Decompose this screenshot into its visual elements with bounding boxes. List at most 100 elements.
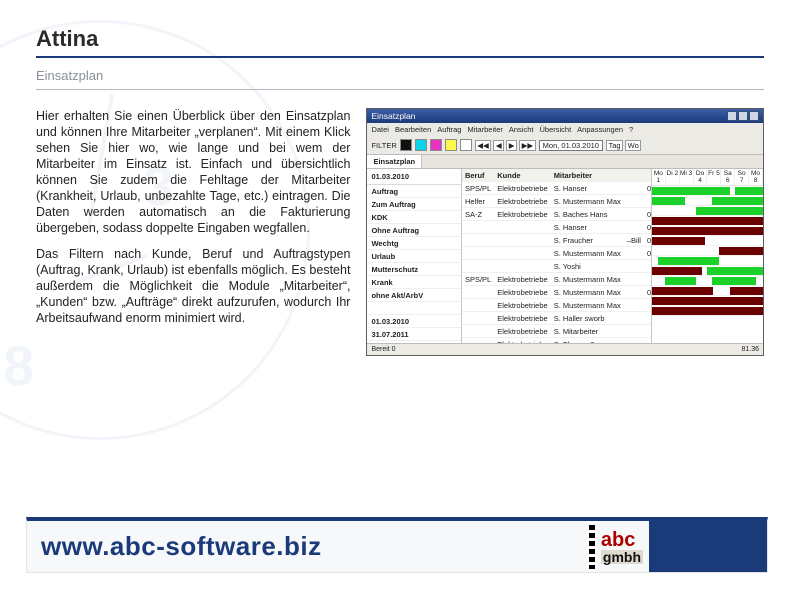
gantt-bar <box>712 197 763 205</box>
column-header: Mitarbeiter <box>551 169 624 182</box>
table-row: ElektrobetriebeS. Mustermann Max08:149,7… <box>462 286 652 299</box>
table-cell <box>462 286 494 299</box>
minimize-icon <box>727 111 737 121</box>
footer: www.abc-software.biz abc gmbh <box>0 517 794 573</box>
tab-einsatzplan: Einsatzplan <box>367 155 422 168</box>
menu-item: Bearbeiten <box>395 125 431 134</box>
table-row: S. Hanser08:06,33 <box>462 221 652 234</box>
gantt-bar <box>652 267 702 275</box>
toolbar: FILTER ◀◀ ◀ ▶ ▶▶ Mon, 01.03.2010 Tag <box>367 136 763 155</box>
gantt-bar <box>707 267 763 275</box>
table-cell <box>624 299 644 312</box>
sidebar-item <box>367 341 461 343</box>
gantt-row <box>652 236 763 246</box>
gantt-row <box>652 306 763 316</box>
gantt-bar <box>652 297 763 305</box>
einsatzplan-screenshot: Einsatzplan Datei Bearbeiten Auftrag Mitarb… <box>366 108 764 356</box>
gantt-bar <box>712 277 756 285</box>
day-header: Sa 6 <box>721 169 735 185</box>
table-cell: Elektrobetriebe <box>494 325 550 338</box>
table-cell <box>494 247 550 260</box>
tab-strip: Einsatzplan <box>367 155 763 169</box>
nav-first-icon: ◀◀ <box>475 140 492 151</box>
table-cell: Elektrobetriebe <box>494 195 550 208</box>
gantt-row <box>652 266 763 276</box>
gantt-bar <box>652 217 763 225</box>
table-cell: SA-Z <box>462 208 494 221</box>
table-cell <box>462 338 494 344</box>
gantt-bar <box>735 187 763 195</box>
table-row: ElektrobetriebeS. Mitarbeiter <box>462 325 652 338</box>
table-row: S. Fraucher–Bill08:00,331 <box>462 234 652 247</box>
table-row: SPS/PLElektrobetriebeS. Hanser08:06,33 <box>462 182 652 195</box>
filter-swatch-icon <box>400 139 412 151</box>
table-cell: 08:56,321 <box>644 208 652 221</box>
table-cell <box>624 208 644 221</box>
window-title: Einsatzplan <box>371 111 415 121</box>
table-cell <box>644 312 652 325</box>
table-cell <box>644 325 652 338</box>
day-header: Mi 3 <box>680 169 694 185</box>
gantt-row <box>652 206 763 216</box>
sidebar-item: Urlaub <box>367 250 461 263</box>
gantt-day-header: Mo 1Di 2Mi 3Do 4Fr 5Sa 6So 7Mo 8 <box>652 169 763 186</box>
menu-item: ? <box>629 125 633 134</box>
sidebar-item: 31.07.2011 <box>367 328 461 341</box>
gantt-row <box>652 256 763 266</box>
sidebar-item: Krank <box>367 276 461 289</box>
day-header: Di 2 <box>666 169 680 185</box>
gantt-bar <box>730 287 763 295</box>
table-cell <box>624 260 644 273</box>
column-header: Kunde <box>494 169 550 182</box>
table-cell: S. Hanser <box>551 182 624 195</box>
footer-accent-block <box>649 521 767 572</box>
table-cell: S. Baches Hans <box>551 208 624 221</box>
menu-item: Mitarbeiter <box>467 125 502 134</box>
table-cell <box>644 260 652 273</box>
menu-bar: DateiBearbeitenAuftragMitarbeiterAnsicht… <box>367 123 763 136</box>
day-header: Mo 8 <box>749 169 763 185</box>
page-title: Attina <box>36 26 764 58</box>
table-cell <box>462 312 494 325</box>
table-cell: S. Fraucher <box>551 234 624 247</box>
gantt-bar <box>652 307 763 315</box>
gantt-row <box>652 286 763 296</box>
table-cell: Elektrobetriebe <box>494 338 550 344</box>
barcode-icon <box>589 525 595 569</box>
gantt-bar <box>652 197 685 205</box>
table-row: HelferElektrobetriebeS. Mustermann Max <box>462 195 652 208</box>
day-header: Mo 1 <box>652 169 666 185</box>
abc-logo: abc gmbh <box>579 521 649 572</box>
maximize-icon <box>738 111 748 121</box>
table-cell: Elektrobetriebe <box>494 312 550 325</box>
table-cell <box>624 182 644 195</box>
gantt-row <box>652 276 763 286</box>
status-left: Bereit 0 <box>371 346 395 353</box>
table-cell: SPS/PL <box>462 273 494 286</box>
filter-swatch-icon <box>445 139 457 151</box>
gantt-bar <box>696 207 763 215</box>
filter-swatch-icon <box>430 139 442 151</box>
gantt-bar <box>665 277 696 285</box>
table-cell: 08:06,33 <box>644 221 652 234</box>
table-cell <box>624 338 644 344</box>
menu-item: Übersicht <box>539 125 571 134</box>
gantt-bar <box>658 257 719 265</box>
menu-item: Datei <box>371 125 389 134</box>
view-day-button: Tag <box>606 140 623 151</box>
table-cell: 08:00,331 <box>644 234 652 247</box>
table-cell <box>624 286 644 299</box>
table-cell: S. Mustermann Max <box>551 273 624 286</box>
menu-item: Auftrag <box>437 125 461 134</box>
gantt-row <box>652 246 763 256</box>
table-cell <box>494 260 550 273</box>
sidebar-tree: 01.03.2010 AuftragZum AuftragKDKOhne Auf… <box>367 169 462 343</box>
nav-next-icon: ▶ <box>506 140 517 151</box>
table-cell <box>624 247 644 260</box>
table-cell <box>624 312 644 325</box>
gantt-bar <box>652 227 763 235</box>
table-cell: Elektrobetriebe <box>494 299 550 312</box>
table-row: ElektrobetriebeS. Mustermann Max <box>462 299 652 312</box>
sidebar-item: ohne Akt/ArbV <box>367 289 461 302</box>
table-row: SPS/PLElektrobetriebeS. Mustermann Max <box>462 273 652 286</box>
